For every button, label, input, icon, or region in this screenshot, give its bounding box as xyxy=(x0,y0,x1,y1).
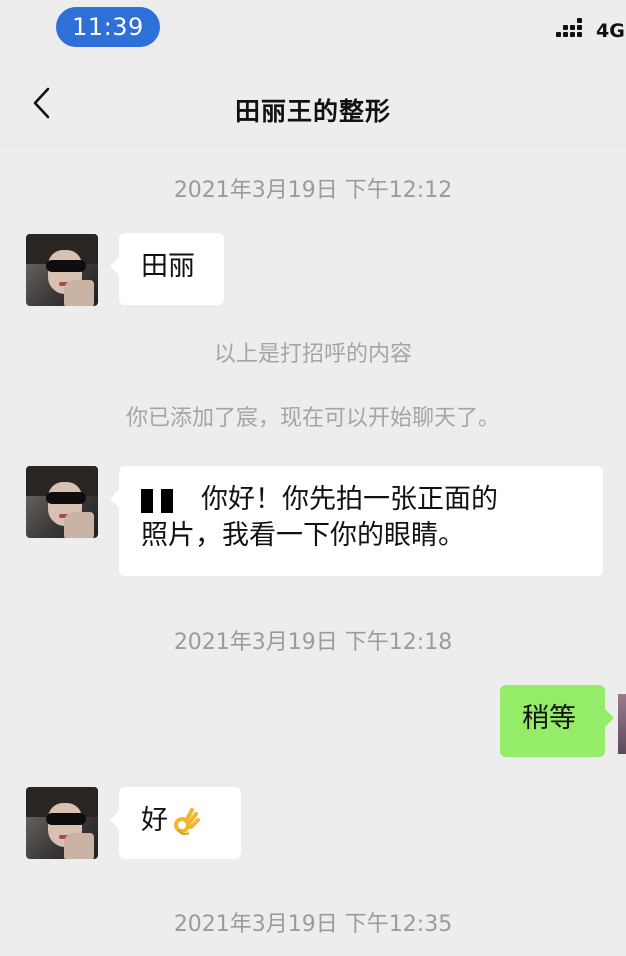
system-notice: 你已添加了宸，现在可以开始聊天了。 xyxy=(125,406,500,431)
timestamp: 2021年3月19日 下午12:12 xyxy=(173,178,453,203)
message-bubble-outgoing[interactable]: 稍等 xyxy=(500,685,614,757)
message-text: 你好！你先拍一张正面的 xyxy=(201,484,498,515)
redaction-mark xyxy=(161,488,173,513)
timestamp: 2021年3月19日 下午12:35 xyxy=(173,912,453,937)
system-notice: 以上是打招呼的内容 xyxy=(213,342,412,367)
redaction-mark xyxy=(141,488,153,513)
contact-avatar[interactable] xyxy=(26,787,98,859)
message-text: 稍等 xyxy=(522,703,576,734)
timestamp: 2021年3月19日 下午12:18 xyxy=(173,630,453,655)
message-text: 田丽 xyxy=(141,251,195,282)
message-line: 你好！你先拍一张正面的 xyxy=(141,482,581,518)
contact-avatar[interactable] xyxy=(26,466,98,538)
status-time: 11:39 xyxy=(56,7,160,47)
message-bubble-incoming[interactable]: 你好！你先拍一张正面的 照片，我看一下你的眼睛。 xyxy=(110,466,603,576)
message-text: 照片，我看一下你的眼睛。 xyxy=(141,520,465,551)
message-list[interactable]: 2021年3月19日 下午12:12 田丽 以上是打招呼的内容 你已添加了宸，现… xyxy=(0,146,626,956)
status-bar: 11:39 4G xyxy=(0,0,626,56)
ok-hand-emoji-icon xyxy=(174,807,200,835)
network-type: 4G xyxy=(596,20,625,42)
contact-avatar[interactable] xyxy=(26,234,98,306)
user-avatar[interactable] xyxy=(618,694,626,754)
signal-strength-icon xyxy=(556,18,588,44)
message-bubble-incoming[interactable]: 好 xyxy=(110,787,241,859)
message-text: 好 xyxy=(141,805,168,836)
message-bubble-incoming[interactable]: 田丽 xyxy=(110,233,224,305)
chat-header: 田丽王的整形 xyxy=(0,56,626,146)
chat-title: 田丽王的整形 xyxy=(234,97,391,126)
